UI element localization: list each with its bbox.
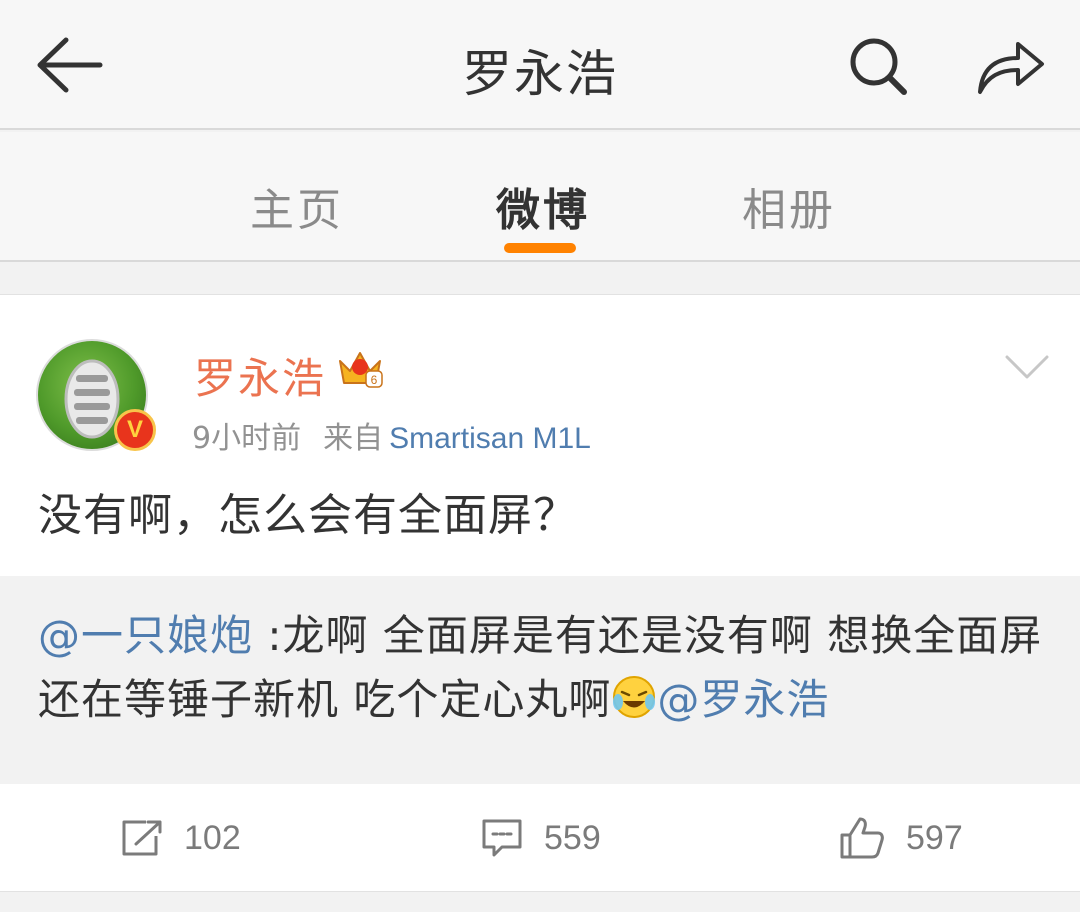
search-icon[interactable] <box>846 34 912 100</box>
repost-count: 102 <box>184 818 241 857</box>
post-time: 9小时前 <box>192 421 302 456</box>
top-navbar: 罗永浩 <box>0 0 1080 130</box>
weibo-post-card[interactable]: V 罗永浩 6 9小时前 来自 Smartisan M1L 没有啊，怎么会有全面屏？… <box>0 294 1080 892</box>
like-button[interactable]: 597 <box>838 810 963 866</box>
repost-icon <box>122 820 162 856</box>
page-title: 罗永浩 <box>462 45 618 103</box>
source-device-link[interactable]: Smartisan M1L <box>389 422 591 455</box>
crown-level-icon: 6 <box>339 352 383 388</box>
share-icon[interactable] <box>972 34 1048 98</box>
tab-album[interactable]: 相册 <box>742 174 836 238</box>
comment-count: 559 <box>544 818 601 857</box>
laughing-crying-emoji-icon <box>613 676 656 718</box>
post-meta: 9小时前 来自 Smartisan M1L <box>192 413 591 457</box>
tab-weibo[interactable]: 微博 <box>496 174 590 238</box>
like-count: 597 <box>906 818 963 857</box>
comment-icon <box>482 819 522 857</box>
level-number: 6 <box>371 373 378 387</box>
thumbs-up-icon <box>840 817 884 859</box>
comment-button[interactable]: 559 <box>480 810 601 866</box>
mention-link-author[interactable]: @罗永浩 <box>657 675 829 724</box>
repost-button[interactable]: 102 <box>120 810 241 866</box>
source-label: 来自 <box>323 421 384 456</box>
post-action-bar: 102 559 597 <box>0 784 1080 892</box>
quoted-post-text: @一只娘炮 :龙啊 全面屏是有还是没有啊 想换全面屏 还在等锤子新机 吃个定心丸… <box>38 604 1048 732</box>
profile-tabbar: 主页 微博 相册 <box>0 132 1080 262</box>
verified-badge-icon: V <box>114 409 156 451</box>
chevron-down-icon[interactable] <box>1004 353 1050 381</box>
post-text: 没有啊，怎么会有全面屏？ <box>38 490 578 541</box>
active-tab-indicator <box>504 243 576 253</box>
tab-home[interactable]: 主页 <box>250 174 344 238</box>
quoted-post[interactable]: @一只娘炮 :龙啊 全面屏是有还是没有啊 想换全面屏 还在等锤子新机 吃个定心丸… <box>0 576 1080 784</box>
mention-link[interactable]: @一只娘炮 <box>38 611 253 660</box>
author-name[interactable]: 罗永浩 <box>194 345 326 406</box>
